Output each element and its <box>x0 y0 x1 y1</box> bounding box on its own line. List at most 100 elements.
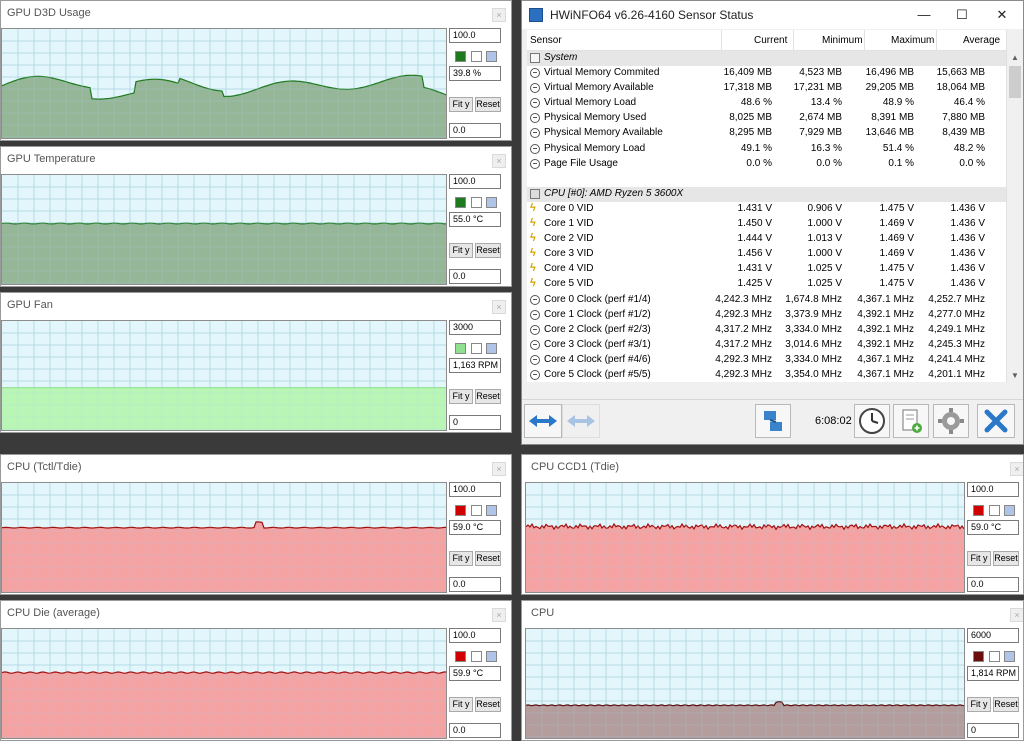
close-icon[interactable]: × <box>492 462 506 476</box>
close-icon[interactable]: × <box>1010 462 1023 476</box>
color-box-icon[interactable] <box>1004 505 1015 516</box>
reset-button[interactable]: Reset <box>993 551 1019 566</box>
minimize-icon[interactable]: — <box>914 5 934 25</box>
table-row[interactable]: Physical Memory Load 49.1 % 16.3 % 51.4 % 48… <box>527 142 1006 157</box>
scrollbar-thumb[interactable] <box>1009 66 1021 98</box>
graph-max-value[interactable]: 100.0 <box>967 482 1019 497</box>
color-box-icon[interactable] <box>486 197 497 208</box>
column-header-minimum[interactable]: Minimum <box>822 35 863 46</box>
checkbox-icon[interactable] <box>471 651 482 662</box>
close-icon[interactable]: × <box>492 300 506 314</box>
color-box-icon[interactable] <box>1004 651 1015 662</box>
report-icon[interactable] <box>893 404 929 438</box>
color-box-icon[interactable] <box>486 505 497 516</box>
table-group-row[interactable]: System <box>527 51 1006 67</box>
reset-button[interactable]: Reset <box>475 389 501 404</box>
graph-max-value[interactable]: 100.0 <box>449 628 501 643</box>
fit-y-button[interactable]: Fit y <box>967 697 991 712</box>
nav-back-forward-icon[interactable] <box>524 404 562 438</box>
series-color-swatch[interactable] <box>455 505 466 516</box>
close-icon[interactable]: × <box>1010 608 1023 622</box>
sensor-label: Virtual Memory Commited <box>544 67 660 79</box>
graph-max-value[interactable]: 100.0 <box>449 482 501 497</box>
column-header-sensor[interactable]: Sensor <box>530 35 562 46</box>
reset-button[interactable]: Reset <box>993 697 1019 712</box>
column-header-maximum[interactable]: Maximum <box>891 35 934 46</box>
fit-y-button[interactable]: Fit y <box>449 243 473 258</box>
table-row[interactable]: ϟ Core 4 VID 1.431 V 1.025 V 1.475 V 1.436 V <box>527 262 1006 277</box>
graph-max-value[interactable]: 3000 <box>449 320 501 335</box>
graph-max-value[interactable]: 6000 <box>967 628 1019 643</box>
table-row[interactable]: Core 5 Clock (perf #5/5) 4,292.3 MHz 3,354… <box>527 368 1006 382</box>
table-row[interactable]: ϟ Core 5 VID 1.425 V 1.025 V 1.475 V 1.436 V <box>527 277 1006 292</box>
checkbox-icon[interactable] <box>989 505 1000 516</box>
color-box-icon[interactable] <box>486 51 497 62</box>
voltage-icon: ϟ <box>530 217 536 230</box>
fit-y-button[interactable]: Fit y <box>449 551 473 566</box>
graph-min-value[interactable]: 0 <box>967 723 1019 738</box>
checkbox-icon[interactable] <box>471 51 482 62</box>
title-bar[interactable]: HWiNFO64 v6.26-4160 Sensor Status — ☐ ✕ <box>522 1 1023 29</box>
graph-max-value[interactable]: 100.0 <box>449 174 501 189</box>
graph-min-value[interactable]: 0.0 <box>449 269 501 284</box>
table-row[interactable]: Virtual Memory Commited 16,409 MB 4,523 MB… <box>527 66 1006 81</box>
graph-min-value[interactable]: 0.0 <box>449 723 501 738</box>
series-color-swatch[interactable] <box>455 651 466 662</box>
checkbox-icon[interactable] <box>471 505 482 516</box>
column-header-average[interactable]: Average <box>963 35 1000 46</box>
table-row[interactable]: ϟ Core 3 VID 1.456 V 1.000 V 1.469 V 1.436 V <box>527 247 1006 262</box>
reset-button[interactable]: Reset <box>475 551 501 566</box>
table-row[interactable]: ϟ Core 1 VID 1.450 V 1.000 V 1.469 V 1.436 V <box>527 217 1006 232</box>
column-header-current[interactable]: Current <box>754 35 787 46</box>
sensor-value-min: 7,929 MB <box>799 127 842 139</box>
graph-min-value[interactable]: 0.0 <box>449 123 501 138</box>
table-row[interactable]: Physical Memory Available 8,295 MB 7,929 M… <box>527 126 1006 141</box>
series-color-swatch[interactable] <box>455 343 466 354</box>
color-box-icon[interactable] <box>486 651 497 662</box>
graph-min-value[interactable]: 0.0 <box>967 577 1019 592</box>
series-color-swatch[interactable] <box>455 51 466 62</box>
fit-y-button[interactable]: Fit y <box>967 551 991 566</box>
table-row[interactable]: Core 0 Clock (perf #1/4) 4,242.3 MHz 1,674… <box>527 293 1006 308</box>
table-row[interactable]: Page File Usage 0.0 % 0.0 % 0.1 % 0.0 % <box>527 157 1006 172</box>
close-icon[interactable]: × <box>492 8 506 22</box>
series-color-swatch[interactable] <box>973 505 984 516</box>
close-icon[interactable] <box>977 404 1015 438</box>
table-row[interactable]: Core 1 Clock (perf #1/2) 4,292.3 MHz 3,373… <box>527 308 1006 323</box>
graph-min-value[interactable]: 0.0 <box>449 577 501 592</box>
table-row[interactable]: Core 3 Clock (perf #3/1) 4,317.2 MHz 3,014… <box>527 338 1006 353</box>
maximize-icon[interactable]: ☐ <box>952 5 972 25</box>
checkbox-icon[interactable] <box>471 343 482 354</box>
table-row[interactable]: ϟ Core 0 VID 1.431 V 0.906 V 1.475 V 1.436 V <box>527 202 1006 217</box>
fit-y-button[interactable]: Fit y <box>449 389 473 404</box>
vertical-scrollbar[interactable]: ▲ ▼ <box>1006 30 1023 382</box>
scroll-down-icon[interactable]: ▼ <box>1007 370 1023 382</box>
horizontal-scrollbar[interactable] <box>527 384 1023 395</box>
table-row[interactable]: Physical Memory Used 8,025 MB 2,674 MB 8,39… <box>527 111 1006 126</box>
table-row[interactable]: Virtual Memory Load 48.6 % 13.4 % 48.9 % 46.… <box>527 96 1006 111</box>
network-icon[interactable] <box>755 404 791 438</box>
reset-button[interactable]: Reset <box>475 243 501 258</box>
table-row[interactable]: Core 4 Clock (perf #4/6) 4,292.3 MHz 3,334… <box>527 353 1006 368</box>
table-group-row[interactable]: CPU [#0]: AMD Ryzen 5 3600X <box>527 186 1006 202</box>
fit-y-button[interactable]: Fit y <box>449 697 473 712</box>
settings-icon[interactable] <box>933 404 969 438</box>
close-icon[interactable]: × <box>492 154 506 168</box>
series-color-swatch[interactable] <box>455 197 466 208</box>
graph-min-value[interactable]: 0 <box>449 415 501 430</box>
color-box-icon[interactable] <box>486 343 497 354</box>
close-icon[interactable]: × <box>492 608 506 622</box>
checkbox-icon[interactable] <box>989 651 1000 662</box>
checkbox-icon[interactable] <box>471 197 482 208</box>
table-row[interactable]: Core 2 Clock (perf #2/3) 4,317.2 MHz 3,334… <box>527 323 1006 338</box>
graph-max-value[interactable]: 100.0 <box>449 28 501 43</box>
table-row[interactable]: Virtual Memory Available 17,318 MB 17,231 … <box>527 81 1006 96</box>
reset-button[interactable]: Reset <box>475 97 501 112</box>
clock-icon[interactable] <box>854 404 890 438</box>
scroll-up-icon[interactable]: ▲ <box>1007 52 1023 64</box>
table-row[interactable]: ϟ Core 2 VID 1.444 V 1.013 V 1.469 V 1.436 V <box>527 232 1006 247</box>
window-close-icon[interactable]: ✕ <box>992 5 1012 25</box>
fit-y-button[interactable]: Fit y <box>449 97 473 112</box>
series-color-swatch[interactable] <box>973 651 984 662</box>
reset-button[interactable]: Reset <box>475 697 501 712</box>
